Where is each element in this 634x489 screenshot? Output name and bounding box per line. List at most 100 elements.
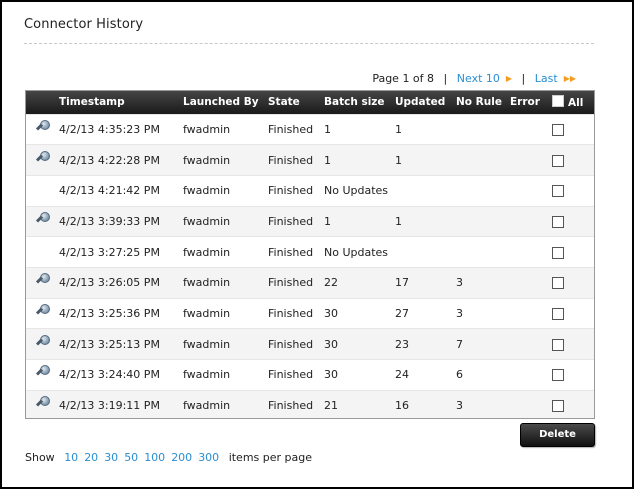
table-row: 4/2/13 3:39:33 PM fwadmin Finished 1 1	[26, 206, 594, 237]
cell-batch-size: 30	[324, 337, 338, 351]
cell-launched-by: fwadmin	[183, 399, 231, 413]
page-indicator: Page 1 of 8	[372, 72, 435, 85]
cell-no-rule: 3	[456, 276, 463, 290]
magnifier-icon[interactable]	[35, 150, 50, 165]
cell-error	[510, 237, 552, 268]
cell-select	[552, 329, 594, 360]
cell-timestamp: 4/2/13 3:27:25 PM	[59, 245, 160, 259]
row-select-checkbox[interactable]	[552, 154, 564, 167]
cell-select	[552, 175, 594, 206]
cell-details	[26, 390, 59, 418]
cell-select	[552, 206, 594, 237]
row-select-checkbox[interactable]	[552, 277, 564, 290]
magnifier-icon[interactable]	[35, 334, 50, 349]
cell-updated: 1	[395, 214, 402, 228]
cell-select	[552, 360, 594, 391]
last-page-label: Last	[534, 72, 558, 85]
connector-history-panel: Connector History Page 1 of 8 | Next 10 ▶…	[0, 0, 634, 489]
magnifier-icon[interactable]	[35, 303, 50, 318]
cell-state: Finished	[268, 214, 314, 228]
cell-details	[26, 237, 59, 268]
table-row: 4/2/13 4:22:28 PM fwadmin Finished 1 1	[26, 144, 594, 176]
cell-select	[552, 145, 594, 176]
column-header-no-rule[interactable]: No Rule	[456, 91, 510, 114]
cell-batch-size: 21	[324, 399, 338, 413]
row-select-checkbox[interactable]	[552, 246, 564, 259]
column-header-launched-by[interactable]: Launched By	[183, 91, 268, 114]
cell-batch-size: 30	[324, 306, 338, 320]
column-header-error[interactable]: Error	[510, 91, 552, 114]
magnifier-icon[interactable]	[35, 273, 50, 287]
next-10-link[interactable]: Next 10 ▶	[457, 72, 516, 85]
row-select-checkbox[interactable]	[552, 123, 564, 136]
cell-batch-size: No Updates	[324, 184, 389, 198]
table-row: 4/2/13 3:24:40 PM fwadmin Finished 30 24 6	[26, 359, 594, 391]
cell-timestamp: 4/2/13 3:26:05 PM	[59, 276, 160, 290]
cell-batch-size: 30	[324, 368, 338, 382]
column-header-all: All	[552, 91, 594, 114]
table-header-row: Timestamp Launched By State Batch size U…	[26, 91, 594, 114]
select-all-label: All	[568, 97, 584, 110]
page-size-option-300[interactable]: 300	[198, 451, 219, 464]
table-row: 4/2/13 3:26:05 PM fwadmin Finished 22 17 3	[26, 267, 594, 299]
page-size-option-20[interactable]: 20	[84, 451, 98, 464]
row-select-checkbox[interactable]	[552, 338, 564, 351]
magnifier-icon[interactable]	[35, 365, 50, 379]
page-size-option-10[interactable]: 10	[64, 451, 78, 464]
cell-error	[510, 390, 552, 418]
cell-details	[26, 114, 59, 145]
last-page-link[interactable]: Last ▶▶	[535, 72, 576, 85]
page-size-options: 10 20 30 50 100 200 300	[58, 451, 219, 464]
cell-select	[552, 298, 594, 329]
cell-launched-by: fwadmin	[183, 214, 231, 228]
column-header-timestamp[interactable]: Timestamp	[59, 91, 183, 114]
cell-timestamp: 4/2/13 3:39:33 PM	[59, 214, 160, 228]
cell-no-rule: 3	[456, 399, 463, 413]
table-row: 4/2/13 4:21:42 PM fwadmin Finished No Updat…	[26, 175, 594, 207]
cell-no-rule	[456, 237, 510, 268]
cell-details	[26, 206, 59, 237]
cell-error	[510, 145, 552, 176]
cell-error	[510, 360, 552, 391]
cell-updated: 23	[395, 337, 409, 351]
cell-error	[510, 175, 552, 206]
cell-timestamp: 4/2/13 3:25:36 PM	[59, 306, 160, 320]
select-all-checkbox[interactable]	[552, 95, 564, 108]
cell-launched-by: fwadmin	[183, 276, 231, 290]
cell-details	[26, 329, 59, 360]
delete-button[interactable]: Delete	[520, 423, 595, 447]
magnifier-icon[interactable]	[35, 396, 50, 410]
table-row: 4/2/13 3:25:13 PM fwadmin Finished 30 23 7	[26, 328, 594, 360]
row-select-checkbox[interactable]	[552, 307, 564, 320]
row-select-checkbox[interactable]	[552, 215, 564, 228]
cell-state: Finished	[268, 368, 314, 382]
page-size-option-50[interactable]: 50	[124, 451, 138, 464]
row-select-checkbox[interactable]	[552, 400, 564, 413]
row-select-checkbox[interactable]	[552, 369, 564, 382]
column-header-updated[interactable]: Updated	[395, 91, 456, 114]
cell-updated: 1	[395, 122, 402, 136]
cell-error	[510, 206, 552, 237]
row-select-checkbox[interactable]	[552, 185, 564, 198]
table-row: 4/2/13 3:25:36 PM fwadmin Finished 30 27 3	[26, 298, 594, 329]
cell-updated	[395, 175, 456, 206]
cell-batch-size: 1	[324, 153, 331, 167]
page-size-option-100[interactable]: 100	[144, 451, 165, 464]
pager-separator: |	[443, 72, 448, 85]
cell-no-rule	[456, 175, 510, 206]
column-header-batch-size[interactable]: Batch size	[324, 91, 395, 114]
cell-no-rule	[456, 145, 510, 176]
page-size-option-30[interactable]: 30	[104, 451, 118, 464]
cell-timestamp: 4/2/13 3:24:40 PM	[59, 368, 160, 382]
cell-select	[552, 390, 594, 418]
column-header-state[interactable]: State	[268, 91, 324, 114]
cell-state: Finished	[268, 122, 314, 136]
page-size-option-200[interactable]: 200	[171, 451, 192, 464]
pagination: Page 1 of 8 | Next 10 ▶ | Last ▶▶	[372, 72, 576, 85]
cell-no-rule	[456, 206, 510, 237]
magnifier-icon[interactable]	[35, 119, 50, 134]
table-row: 4/2/13 4:35:23 PM fwadmin Finished 1 1	[26, 114, 594, 145]
magnifier-icon[interactable]	[35, 211, 50, 226]
cell-batch-size: No Updates	[324, 245, 389, 259]
cell-select	[552, 237, 594, 268]
